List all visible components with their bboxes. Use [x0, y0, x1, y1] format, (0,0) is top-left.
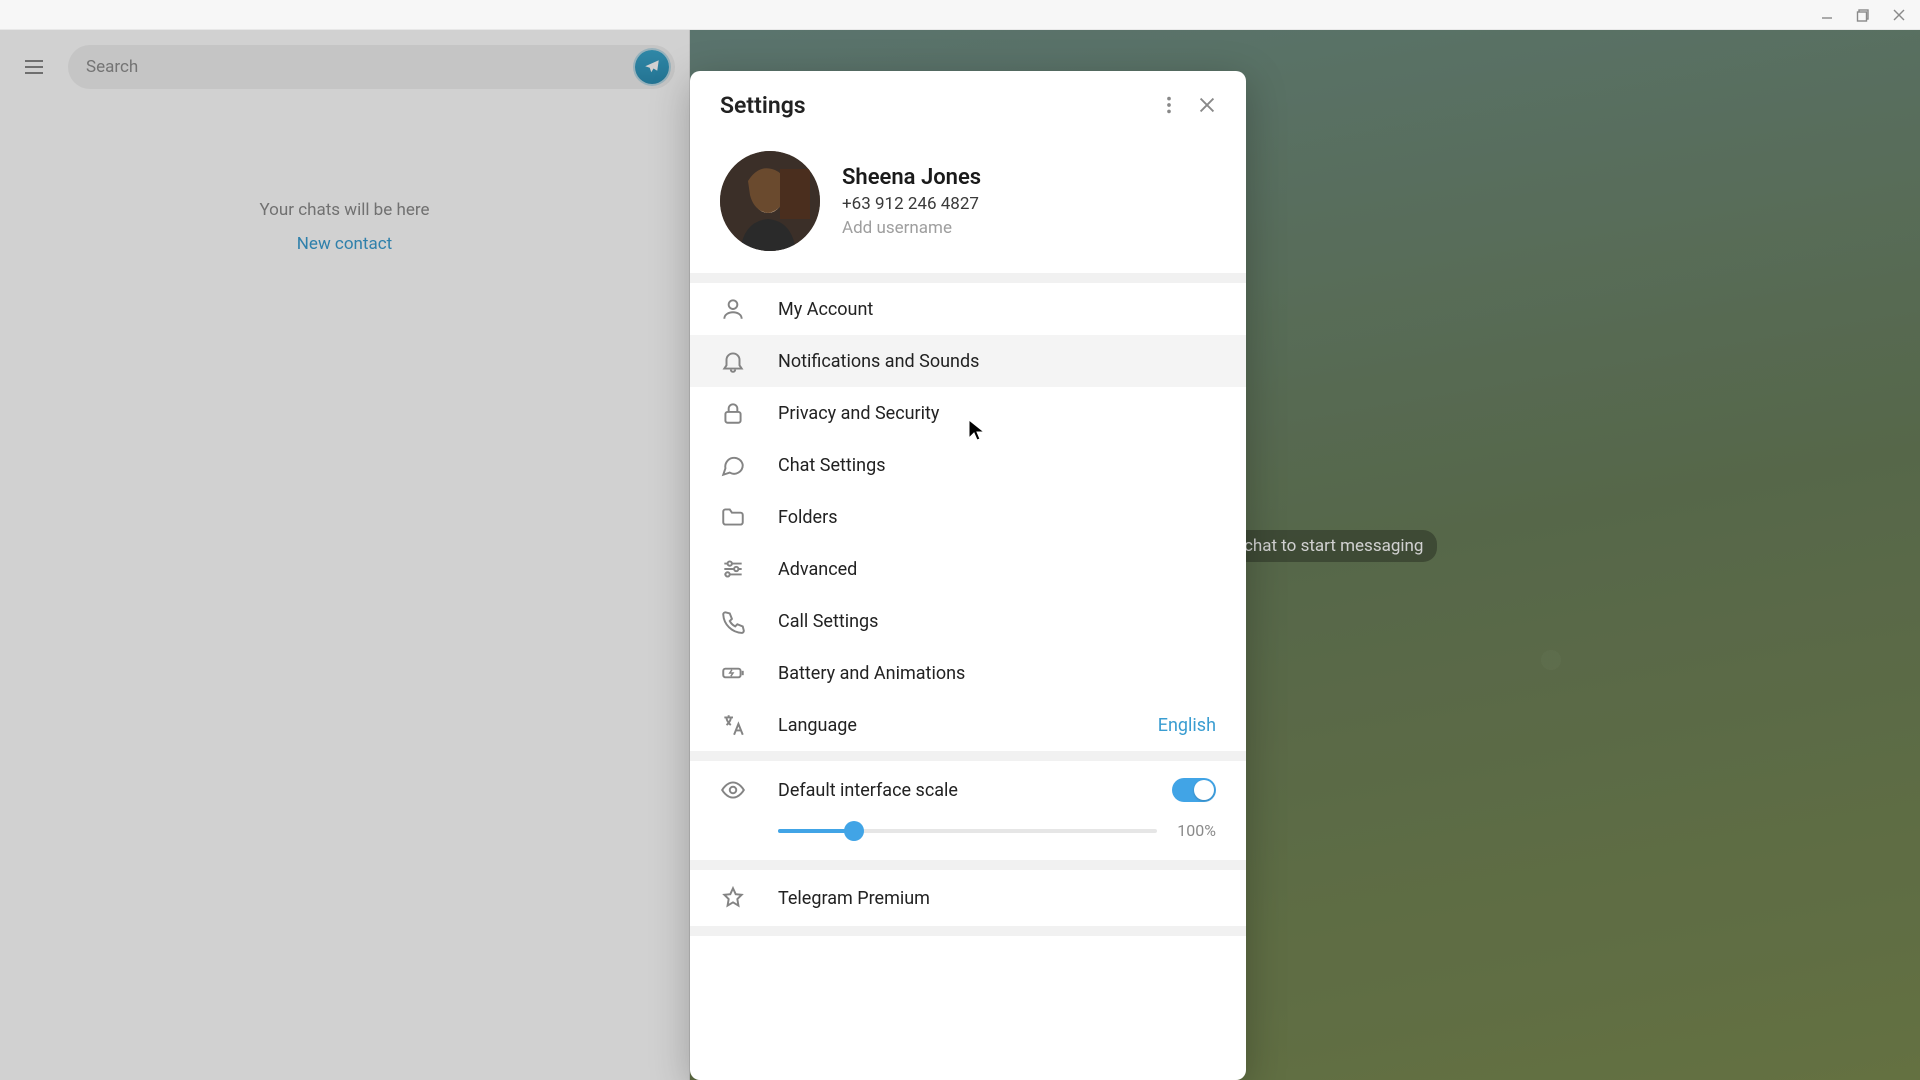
- settings-scroll[interactable]: Sheena Jones +63 912 246 4827 Add userna…: [690, 139, 1246, 1080]
- scale-slider[interactable]: [778, 829, 1157, 833]
- menu-language[interactable]: Language English: [690, 699, 1246, 751]
- close-icon[interactable]: [1188, 86, 1226, 124]
- section-divider: [690, 273, 1246, 283]
- slider-thumb[interactable]: [844, 821, 864, 841]
- language-icon: [720, 712, 746, 738]
- menu-label: My Account: [778, 299, 1216, 320]
- eye-icon: [720, 777, 746, 803]
- menu-privacy-security[interactable]: Privacy and Security: [690, 387, 1246, 439]
- menu-label: Advanced: [778, 559, 1216, 580]
- menu-notifications-sounds[interactable]: Notifications and Sounds: [690, 335, 1246, 387]
- menu-battery-animations[interactable]: Battery and Animations: [690, 647, 1246, 699]
- section-divider: [690, 926, 1246, 936]
- window-titlebar: [0, 0, 1920, 30]
- premium-label: Telegram Premium: [778, 888, 930, 909]
- chat-icon: [720, 452, 746, 478]
- profile-phone: +63 912 246 4827: [842, 194, 981, 214]
- section-divider: [690, 751, 1246, 761]
- scale-value: 100%: [1177, 821, 1216, 840]
- menu-folders[interactable]: Folders: [690, 491, 1246, 543]
- menu-telegram-premium[interactable]: Telegram Premium: [690, 870, 1246, 926]
- more-options-icon[interactable]: [1150, 86, 1188, 124]
- toggle-knob: [1194, 780, 1214, 800]
- folder-icon: [720, 504, 746, 530]
- avatar[interactable]: [720, 151, 820, 251]
- settings-header: Settings: [690, 71, 1246, 139]
- language-value: English: [1158, 715, 1216, 736]
- interface-scale-section: Default interface scale 100%: [690, 761, 1246, 860]
- battery-icon: [720, 660, 746, 686]
- close-window-icon[interactable]: [1892, 8, 1906, 22]
- section-divider: [690, 860, 1246, 870]
- profile-section[interactable]: Sheena Jones +63 912 246 4827 Add userna…: [690, 139, 1246, 273]
- lock-icon: [720, 400, 746, 426]
- menu-label: Folders: [778, 507, 1216, 528]
- sliders-icon: [720, 556, 746, 582]
- menu-label: Notifications and Sounds: [778, 351, 1216, 372]
- menu-my-account[interactable]: My Account: [690, 283, 1246, 335]
- bell-icon: [720, 348, 746, 374]
- profile-name: Sheena Jones: [842, 165, 981, 190]
- settings-modal: Settings Sheena Jones +63 912 246 4827: [690, 71, 1246, 1080]
- add-username-link[interactable]: Add username: [842, 218, 981, 238]
- menu-label: Call Settings: [778, 611, 1216, 632]
- settings-menu: My Account Notifications and Sounds Priv…: [690, 283, 1246, 751]
- menu-chat-settings[interactable]: Chat Settings: [690, 439, 1246, 491]
- profile-text: Sheena Jones +63 912 246 4827 Add userna…: [842, 165, 981, 238]
- scale-label: Default interface scale: [778, 780, 1140, 801]
- menu-advanced[interactable]: Advanced: [690, 543, 1246, 595]
- star-icon: [720, 885, 746, 911]
- menu-label: Chat Settings: [778, 455, 1216, 476]
- menu-label: Privacy and Security: [778, 403, 1216, 424]
- menu-call-settings[interactable]: Call Settings: [690, 595, 1246, 647]
- minimize-icon[interactable]: [1820, 8, 1834, 22]
- menu-label: Language: [778, 715, 1126, 736]
- menu-label: Battery and Animations: [778, 663, 1216, 684]
- scale-toggle[interactable]: [1172, 778, 1216, 802]
- user-icon: [720, 296, 746, 322]
- maximize-icon[interactable]: [1856, 8, 1870, 22]
- slider-fill: [778, 829, 854, 833]
- phone-icon: [720, 608, 746, 634]
- settings-title: Settings: [720, 92, 1150, 119]
